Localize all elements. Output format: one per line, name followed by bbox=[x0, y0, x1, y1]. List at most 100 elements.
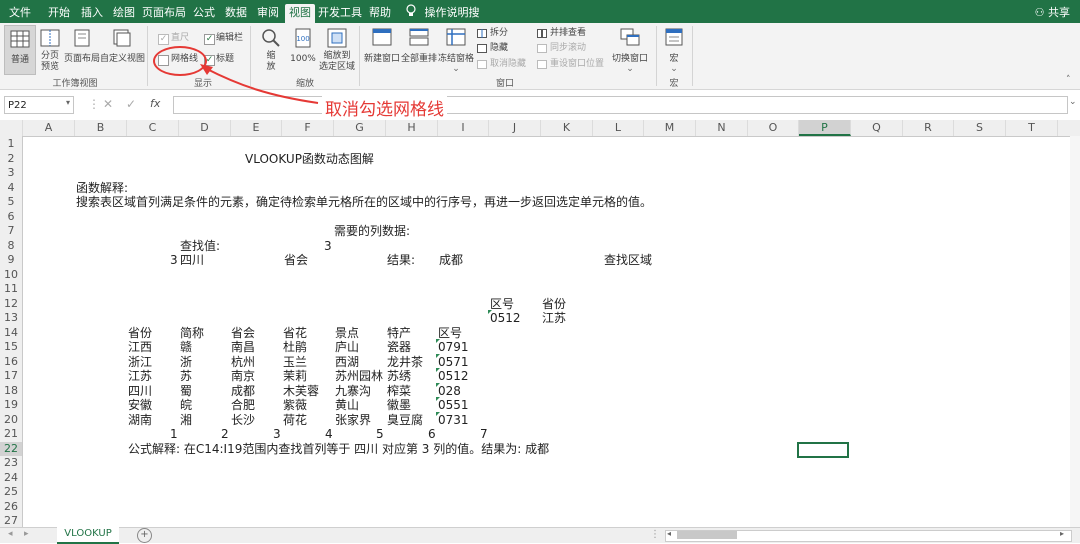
row-header[interactable]: 1 bbox=[0, 137, 22, 151]
ribbon-separator bbox=[692, 26, 693, 86]
collapse-ribbon-icon[interactable]: ˄ bbox=[1066, 75, 1071, 86]
expand-formula-icon[interactable]: ⌄ bbox=[1069, 97, 1077, 107]
row-header[interactable]: 21 bbox=[0, 427, 22, 441]
row-header[interactable]: 12 bbox=[0, 297, 22, 311]
row-header[interactable]: 10 bbox=[0, 268, 22, 282]
freeze-panes-button[interactable]: 冻结窗格 ⌄ bbox=[438, 25, 474, 74]
column-header[interactable]: O bbox=[748, 120, 799, 136]
row-header[interactable]: 26 bbox=[0, 500, 22, 514]
table-cell: 长沙 bbox=[231, 413, 256, 427]
result-value: 成都 bbox=[439, 253, 464, 267]
table-cell: 蜀 bbox=[180, 384, 193, 398]
scroll-left-icon[interactable]: ◂ bbox=[8, 529, 13, 539]
column-header-selected[interactable]: P bbox=[799, 120, 851, 136]
table-header: 简称 bbox=[180, 326, 205, 340]
arrange-all-button[interactable]: 全部重排 bbox=[401, 25, 437, 65]
reset-position-icon bbox=[537, 60, 547, 69]
table-header: 特产 bbox=[387, 326, 412, 340]
lookup-field: 省会 bbox=[284, 253, 309, 267]
row-header[interactable]: 8 bbox=[0, 239, 22, 253]
share-button[interactable]: ⚇ 共享 bbox=[1035, 4, 1070, 20]
row-header[interactable]: 18 bbox=[0, 384, 22, 398]
tell-me-search[interactable]: 操作说明搜索 bbox=[420, 4, 484, 36]
scroll-right-icon[interactable]: ▸ bbox=[24, 529, 29, 539]
table-cell: 江西 bbox=[128, 340, 153, 354]
column-header[interactable]: B bbox=[75, 120, 127, 136]
macros-button[interactable]: 宏 ⌄ bbox=[661, 25, 687, 74]
row-header[interactable]: 2 bbox=[0, 152, 22, 166]
column-header[interactable]: M bbox=[644, 120, 696, 136]
tab-help[interactable]: 帮助 bbox=[366, 4, 394, 23]
row-header[interactable]: 13 bbox=[0, 311, 22, 325]
column-header[interactable]: J bbox=[489, 120, 541, 136]
row-header[interactable]: 17 bbox=[0, 369, 22, 383]
explanation-text: 搜索表区域首列满足条件的元素，确定待检索单元格所在的区域中的行序号，再进一步返回… bbox=[76, 195, 653, 209]
column-header[interactable]: S bbox=[954, 120, 1006, 136]
select-all-corner[interactable] bbox=[0, 120, 23, 136]
mini-header-province: 省份 bbox=[542, 297, 567, 311]
row-header[interactable]: 20 bbox=[0, 413, 22, 427]
row-header[interactable]: 9 bbox=[0, 253, 22, 267]
row-header[interactable]: 14 bbox=[0, 326, 22, 340]
tab-split-handle[interactable]: ⋮ bbox=[650, 529, 660, 540]
row-header[interactable]: 3 bbox=[0, 166, 22, 180]
switch-windows-button[interactable]: 切换窗口 ⌄ bbox=[610, 25, 650, 74]
row-header[interactable]: 6 bbox=[0, 210, 22, 224]
column-header[interactable]: L bbox=[593, 120, 644, 136]
table-cell: 榨菜 bbox=[387, 384, 412, 398]
column-header[interactable]: F bbox=[282, 120, 334, 136]
split-icon bbox=[477, 29, 487, 38]
table-cell: 浙 bbox=[180, 355, 193, 369]
column-header[interactable]: I bbox=[438, 120, 489, 136]
new-window-button[interactable]: 新建窗口 bbox=[364, 25, 400, 65]
sheet-title: VLOOKUP函数动态图解 bbox=[245, 152, 374, 166]
row-header[interactable]: 7 bbox=[0, 224, 22, 238]
column-header[interactable]: T bbox=[1006, 120, 1058, 136]
horizontal-scroll-thumb[interactable] bbox=[677, 531, 737, 539]
row-header[interactable]: 25 bbox=[0, 485, 22, 499]
row-header[interactable]: 15 bbox=[0, 340, 22, 354]
column-header[interactable]: R bbox=[903, 120, 954, 136]
active-cell-p22[interactable] bbox=[797, 442, 849, 458]
worksheet-grid[interactable]: VLOOKUP函数动态图解 函数解释: 搜索表区域首列满足条件的元素，确定待检索… bbox=[23, 136, 1080, 527]
table-header: 区号 bbox=[438, 326, 463, 340]
hide-icon bbox=[477, 44, 487, 53]
scroll-left-arrow-icon[interactable]: ◂ bbox=[667, 529, 671, 538]
column-header[interactable]: G bbox=[334, 120, 386, 136]
vertical-scrollbar[interactable] bbox=[1070, 136, 1080, 527]
sheet-tab-vlookup[interactable]: VLOOKUP bbox=[57, 527, 119, 544]
table-cell: 江苏 bbox=[128, 369, 153, 383]
row-header[interactable]: 4 bbox=[0, 181, 22, 195]
mini-header-code: 区号 bbox=[490, 297, 515, 311]
arrange-all-label: 全部重排 bbox=[401, 54, 438, 64]
column-header[interactable]: C bbox=[127, 120, 179, 136]
annotation-arrow bbox=[200, 64, 319, 104]
reset-position-button[interactable]: 重设窗口位置 bbox=[550, 59, 604, 70]
table-cell: 杭州 bbox=[231, 355, 256, 369]
column-header[interactable]: K bbox=[541, 120, 593, 136]
row-header[interactable]: 23 bbox=[0, 456, 22, 470]
column-header[interactable]: E bbox=[231, 120, 282, 136]
unhide-button[interactable]: 取消隐藏 bbox=[490, 59, 526, 70]
column-header[interactable]: D bbox=[179, 120, 231, 136]
row-header[interactable]: 27 bbox=[0, 514, 22, 528]
column-header[interactable]: Q bbox=[851, 120, 903, 136]
table-header: 省份 bbox=[128, 326, 153, 340]
column-header[interactable]: A bbox=[23, 120, 75, 136]
column-header[interactable]: N bbox=[696, 120, 748, 136]
split-button[interactable]: 拆分 bbox=[490, 28, 508, 39]
side-by-side-button[interactable]: 并排查看 bbox=[550, 28, 586, 39]
scroll-right-arrow-icon[interactable]: ▸ bbox=[1060, 529, 1064, 538]
row-header[interactable]: 19 bbox=[0, 398, 22, 412]
column-header[interactable]: H bbox=[386, 120, 438, 136]
row-header[interactable]: 16 bbox=[0, 355, 22, 369]
hide-button[interactable]: 隐藏 bbox=[490, 43, 508, 54]
add-sheet-button[interactable]: + bbox=[137, 528, 152, 543]
row-header[interactable]: 5 bbox=[0, 195, 22, 209]
row-header-selected[interactable]: 22 bbox=[0, 442, 22, 456]
row-header[interactable]: 24 bbox=[0, 471, 22, 485]
table-cell: 南昌 bbox=[231, 340, 256, 354]
sync-scroll-button[interactable]: 同步滚动 bbox=[550, 43, 586, 54]
row-header[interactable]: 11 bbox=[0, 282, 22, 296]
table-cell: 龙井茶 bbox=[387, 355, 424, 369]
